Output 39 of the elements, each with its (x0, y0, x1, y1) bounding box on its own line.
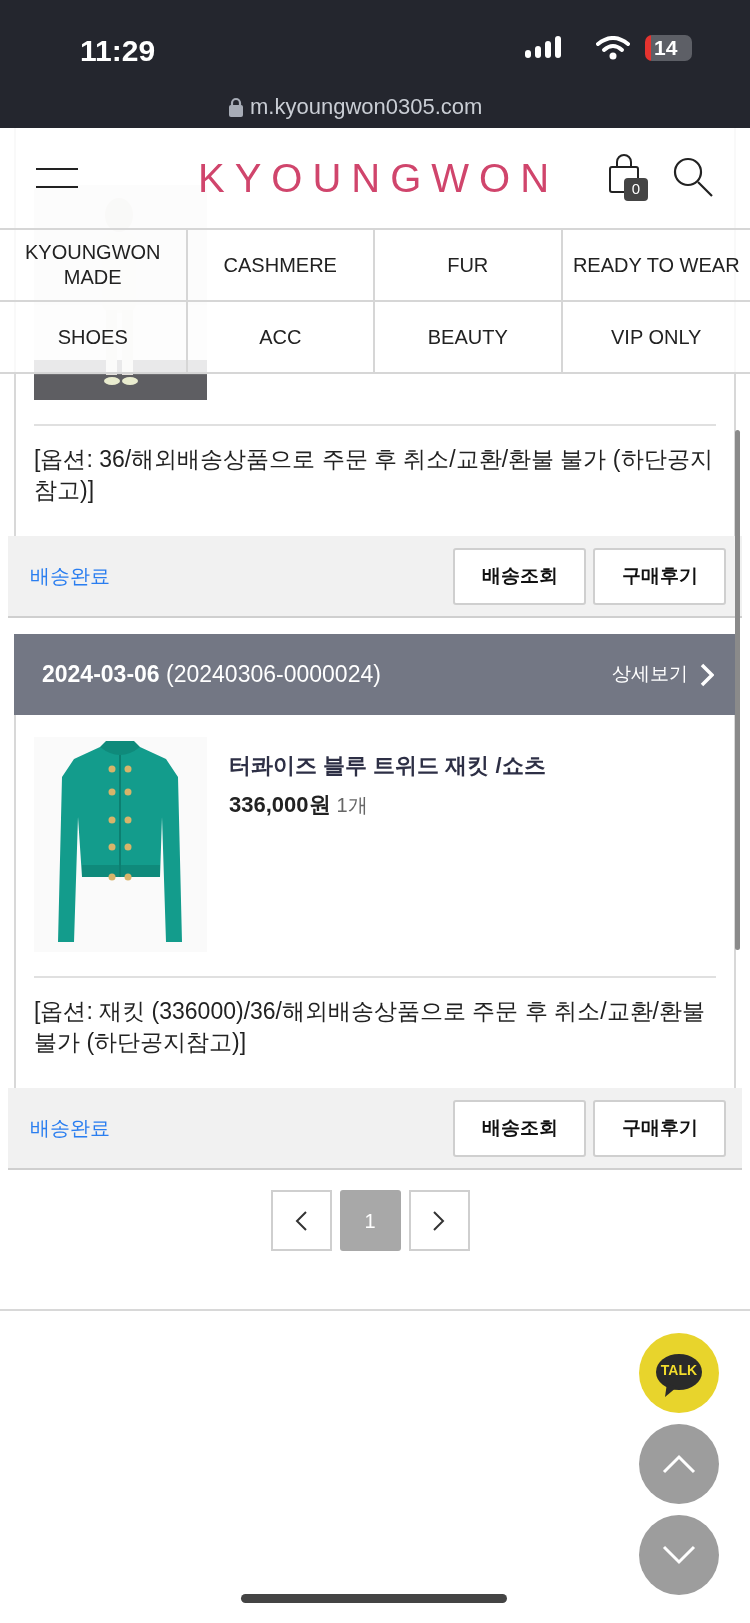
option-text: [옵션: 36/해외배송상품으로 주문 후 취소/교환/환불 불가 (하단공지참고)] (34, 445, 714, 505)
chevron-down-icon (662, 1545, 696, 1565)
speech-bubble-icon (655, 1353, 703, 1399)
lock-icon (228, 96, 244, 117)
wifi-icon (596, 36, 630, 60)
category-link[interactable]: VIP ONLY (605, 324, 708, 350)
category-link[interactable]: CASHMERE (217, 252, 343, 278)
next-page-button[interactable] (408, 1190, 470, 1251)
brand-logo[interactable]: KYOUNGWON (198, 150, 560, 206)
category-link[interactable]: FUR (441, 252, 495, 278)
chevron-right-icon (432, 1209, 446, 1232)
order-action-button[interactable]: 배송조회 (453, 547, 586, 605)
order-action-button[interactable]: 구매후기 (593, 547, 726, 605)
chevron-up-icon (662, 1454, 696, 1474)
cart-count: 0 (624, 178, 648, 201)
delivery-status: 배송완료 (30, 564, 110, 589)
battery-icon: 14 (645, 35, 692, 61)
product-quantity: 1개 (336, 793, 368, 818)
chevron-right-icon (700, 662, 714, 687)
url-text[interactable]: m.kyoungwon0305.com (250, 90, 483, 123)
signal-icon (525, 36, 561, 58)
previous-page-button[interactable] (270, 1190, 332, 1251)
category-link[interactable]: READY TO WEAR (566, 252, 746, 278)
detail-link[interactable]: 상세보기 (612, 660, 714, 689)
product-price: 336,000원 (229, 791, 331, 819)
kakao-talk-button[interactable]: TALK (639, 1333, 719, 1413)
delivery-status: 배송완료 (30, 1116, 110, 1141)
option-text: [옵션: 재킷 (336000)/36/해외배송상품으로 주문 후 취소/교환/환불 불가 (하단공지참고)] (34, 997, 706, 1057)
order-action-button[interactable]: 배송조회 (453, 1099, 586, 1157)
clock: 11:29 (80, 33, 156, 69)
order-action-button[interactable]: 구매후기 (593, 1099, 726, 1157)
category-link[interactable]: ACC (253, 324, 308, 350)
category-link[interactable]: SHOES (51, 324, 134, 350)
product-name[interactable]: 터콰이즈 블루 트위드 재킷 /쇼츠 (229, 749, 546, 782)
menu-icon[interactable] (36, 168, 78, 188)
order-date: 2024-03-06 (20240306-0000024) (42, 660, 381, 690)
chevron-left-icon (294, 1209, 308, 1232)
category-link[interactable]: BEAUTY (421, 324, 514, 350)
search-icon[interactable] (672, 156, 714, 198)
